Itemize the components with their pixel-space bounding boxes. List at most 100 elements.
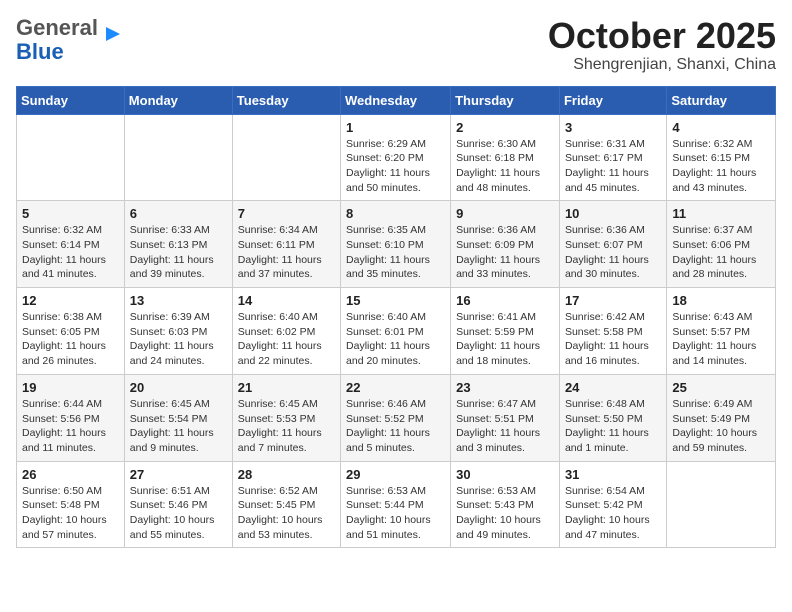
day-number: 4: [672, 120, 770, 135]
calendar-header: SundayMondayTuesdayWednesdayThursdayFrid…: [17, 86, 776, 114]
logo-arrow-icon: [102, 23, 124, 45]
day-number: 5: [22, 206, 119, 221]
day-info: Sunrise: 6:48 AM Sunset: 5:50 PM Dayligh…: [565, 397, 661, 456]
weekday-header-row: SundayMondayTuesdayWednesdayThursdayFrid…: [17, 86, 776, 114]
day-info: Sunrise: 6:39 AM Sunset: 6:03 PM Dayligh…: [130, 310, 227, 369]
day-number: 1: [346, 120, 445, 135]
calendar-cell: 11 Sunrise: 6:37 AM Sunset: 6:06 PM Dayli…: [667, 201, 776, 288]
day-info: Sunrise: 6:46 AM Sunset: 5:52 PM Dayligh…: [346, 397, 445, 456]
day-info: Sunrise: 6:49 AM Sunset: 5:49 PM Dayligh…: [672, 397, 770, 456]
day-number: 6: [130, 206, 227, 221]
day-info: Sunrise: 6:36 AM Sunset: 6:07 PM Dayligh…: [565, 223, 661, 282]
calendar-cell: 12Sunrise: 6:38 AM Sunset: 6:05 PM Dayli…: [17, 288, 125, 375]
calendar-cell: 23 Sunrise: 6:47 AM Sunset: 5:51 PM Dayli…: [451, 374, 560, 461]
calendar-cell: 6 Sunrise: 6:33 AM Sunset: 6:13 PM Daylig…: [124, 201, 232, 288]
calendar-body: 1Sunrise: 6:29 AM Sunset: 6:20 PM Daylig…: [17, 114, 776, 548]
day-info: Sunrise: 6:30 AM Sunset: 6:18 PM Dayligh…: [456, 137, 554, 196]
weekday-header-monday: Monday: [124, 86, 232, 114]
day-number: 24: [565, 380, 661, 395]
calendar-cell: [667, 461, 776, 548]
day-number: 7: [238, 206, 335, 221]
day-info: Sunrise: 6:33 AM Sunset: 6:13 PM Dayligh…: [130, 223, 227, 282]
title-area: October 2025 Shengrenjian, Shanxi, China: [548, 16, 776, 74]
weekday-header-thursday: Thursday: [451, 86, 560, 114]
calendar-cell: [17, 114, 125, 201]
day-info: Sunrise: 6:42 AM Sunset: 5:58 PM Dayligh…: [565, 310, 661, 369]
calendar-week-row: 5 Sunrise: 6:32 AM Sunset: 6:14 PM Daylig…: [17, 201, 776, 288]
day-info: Sunrise: 6:53 AM Sunset: 5:44 PM Dayligh…: [346, 484, 445, 543]
day-number: 13: [130, 293, 227, 308]
calendar-cell: 15Sunrise: 6:40 AM Sunset: 6:01 PM Dayli…: [341, 288, 451, 375]
calendar-week-row: 12Sunrise: 6:38 AM Sunset: 6:05 PM Dayli…: [17, 288, 776, 375]
day-number: 9: [456, 206, 554, 221]
day-number: 25: [672, 380, 770, 395]
day-number: 19: [22, 380, 119, 395]
day-info: Sunrise: 6:51 AM Sunset: 5:46 PM Dayligh…: [130, 484, 227, 543]
day-info: Sunrise: 6:54 AM Sunset: 5:42 PM Dayligh…: [565, 484, 661, 543]
calendar-cell: 31 Sunrise: 6:54 AM Sunset: 5:42 PM Dayli…: [559, 461, 666, 548]
day-number: 20: [130, 380, 227, 395]
calendar-cell: 27 Sunrise: 6:51 AM Sunset: 5:46 PM Dayli…: [124, 461, 232, 548]
calendar-cell: 13 Sunrise: 6:39 AM Sunset: 6:03 PM Dayli…: [124, 288, 232, 375]
calendar-cell: 17 Sunrise: 6:42 AM Sunset: 5:58 PM Dayli…: [559, 288, 666, 375]
weekday-header-tuesday: Tuesday: [232, 86, 340, 114]
day-number: 28: [238, 467, 335, 482]
calendar-cell: 3 Sunrise: 6:31 AM Sunset: 6:17 PM Daylig…: [559, 114, 666, 201]
day-info: Sunrise: 6:37 AM Sunset: 6:06 PM Dayligh…: [672, 223, 770, 282]
day-info: Sunrise: 6:41 AM Sunset: 5:59 PM Dayligh…: [456, 310, 554, 369]
month-title: October 2025: [548, 16, 776, 56]
day-number: 18: [672, 293, 770, 308]
calendar-cell: 18Sunrise: 6:43 AM Sunset: 5:57 PM Dayli…: [667, 288, 776, 375]
day-number: 22: [346, 380, 445, 395]
day-number: 3: [565, 120, 661, 135]
logo-blue-text: Blue: [16, 39, 64, 64]
calendar-cell: 1Sunrise: 6:29 AM Sunset: 6:20 PM Daylig…: [341, 114, 451, 201]
weekday-header-wednesday: Wednesday: [341, 86, 451, 114]
calendar-cell: 19Sunrise: 6:44 AM Sunset: 5:56 PM Dayli…: [17, 374, 125, 461]
day-info: Sunrise: 6:53 AM Sunset: 5:43 PM Dayligh…: [456, 484, 554, 543]
day-info: Sunrise: 6:40 AM Sunset: 6:02 PM Dayligh…: [238, 310, 335, 369]
calendar-cell: 28 Sunrise: 6:52 AM Sunset: 5:45 PM Dayli…: [232, 461, 340, 548]
day-number: 16: [456, 293, 554, 308]
logo: General Blue: [16, 16, 124, 64]
calendar-cell: 4Sunrise: 6:32 AM Sunset: 6:15 PM Daylig…: [667, 114, 776, 201]
calendar-cell: 26 Sunrise: 6:50 AM Sunset: 5:48 PM Dayli…: [17, 461, 125, 548]
day-info: Sunrise: 6:45 AM Sunset: 5:54 PM Dayligh…: [130, 397, 227, 456]
day-info: Sunrise: 6:47 AM Sunset: 5:51 PM Dayligh…: [456, 397, 554, 456]
day-info: Sunrise: 6:45 AM Sunset: 5:53 PM Dayligh…: [238, 397, 335, 456]
page-header: General Blue October 2025 Shengrenjian, …: [16, 16, 776, 74]
day-info: Sunrise: 6:35 AM Sunset: 6:10 PM Dayligh…: [346, 223, 445, 282]
calendar-table: SundayMondayTuesdayWednesdayThursdayFrid…: [16, 86, 776, 549]
calendar-cell: 7Sunrise: 6:34 AM Sunset: 6:11 PM Daylig…: [232, 201, 340, 288]
calendar-cell: 5 Sunrise: 6:32 AM Sunset: 6:14 PM Daylig…: [17, 201, 125, 288]
calendar-cell: 10 Sunrise: 6:36 AM Sunset: 6:07 PM Dayli…: [559, 201, 666, 288]
location-title: Shengrenjian, Shanxi, China: [548, 56, 776, 74]
day-number: 17: [565, 293, 661, 308]
calendar-cell: 9 Sunrise: 6:36 AM Sunset: 6:09 PM Daylig…: [451, 201, 560, 288]
day-info: Sunrise: 6:31 AM Sunset: 6:17 PM Dayligh…: [565, 137, 661, 196]
day-info: Sunrise: 6:36 AM Sunset: 6:09 PM Dayligh…: [456, 223, 554, 282]
day-number: 31: [565, 467, 661, 482]
day-number: 8: [346, 206, 445, 221]
weekday-header-saturday: Saturday: [667, 86, 776, 114]
calendar-cell: 29Sunrise: 6:53 AM Sunset: 5:44 PM Dayli…: [341, 461, 451, 548]
day-info: Sunrise: 6:50 AM Sunset: 5:48 PM Dayligh…: [22, 484, 119, 543]
weekday-header-friday: Friday: [559, 86, 666, 114]
weekday-header-sunday: Sunday: [17, 86, 125, 114]
day-number: 10: [565, 206, 661, 221]
day-number: 21: [238, 380, 335, 395]
day-number: 23: [456, 380, 554, 395]
day-number: 27: [130, 467, 227, 482]
calendar-cell: 16 Sunrise: 6:41 AM Sunset: 5:59 PM Dayli…: [451, 288, 560, 375]
calendar-week-row: 26 Sunrise: 6:50 AM Sunset: 5:48 PM Dayli…: [17, 461, 776, 548]
calendar-cell: 24 Sunrise: 6:48 AM Sunset: 5:50 PM Dayli…: [559, 374, 666, 461]
day-info: Sunrise: 6:52 AM Sunset: 5:45 PM Dayligh…: [238, 484, 335, 543]
day-number: 26: [22, 467, 119, 482]
calendar-week-row: 19Sunrise: 6:44 AM Sunset: 5:56 PM Dayli…: [17, 374, 776, 461]
calendar-cell: 21 Sunrise: 6:45 AM Sunset: 5:53 PM Dayli…: [232, 374, 340, 461]
day-info: Sunrise: 6:32 AM Sunset: 6:14 PM Dayligh…: [22, 223, 119, 282]
day-number: 11: [672, 206, 770, 221]
calendar-cell: 25 Sunrise: 6:49 AM Sunset: 5:49 PM Dayli…: [667, 374, 776, 461]
day-info: Sunrise: 6:40 AM Sunset: 6:01 PM Dayligh…: [346, 310, 445, 369]
logo-general-text: General: [16, 15, 98, 40]
